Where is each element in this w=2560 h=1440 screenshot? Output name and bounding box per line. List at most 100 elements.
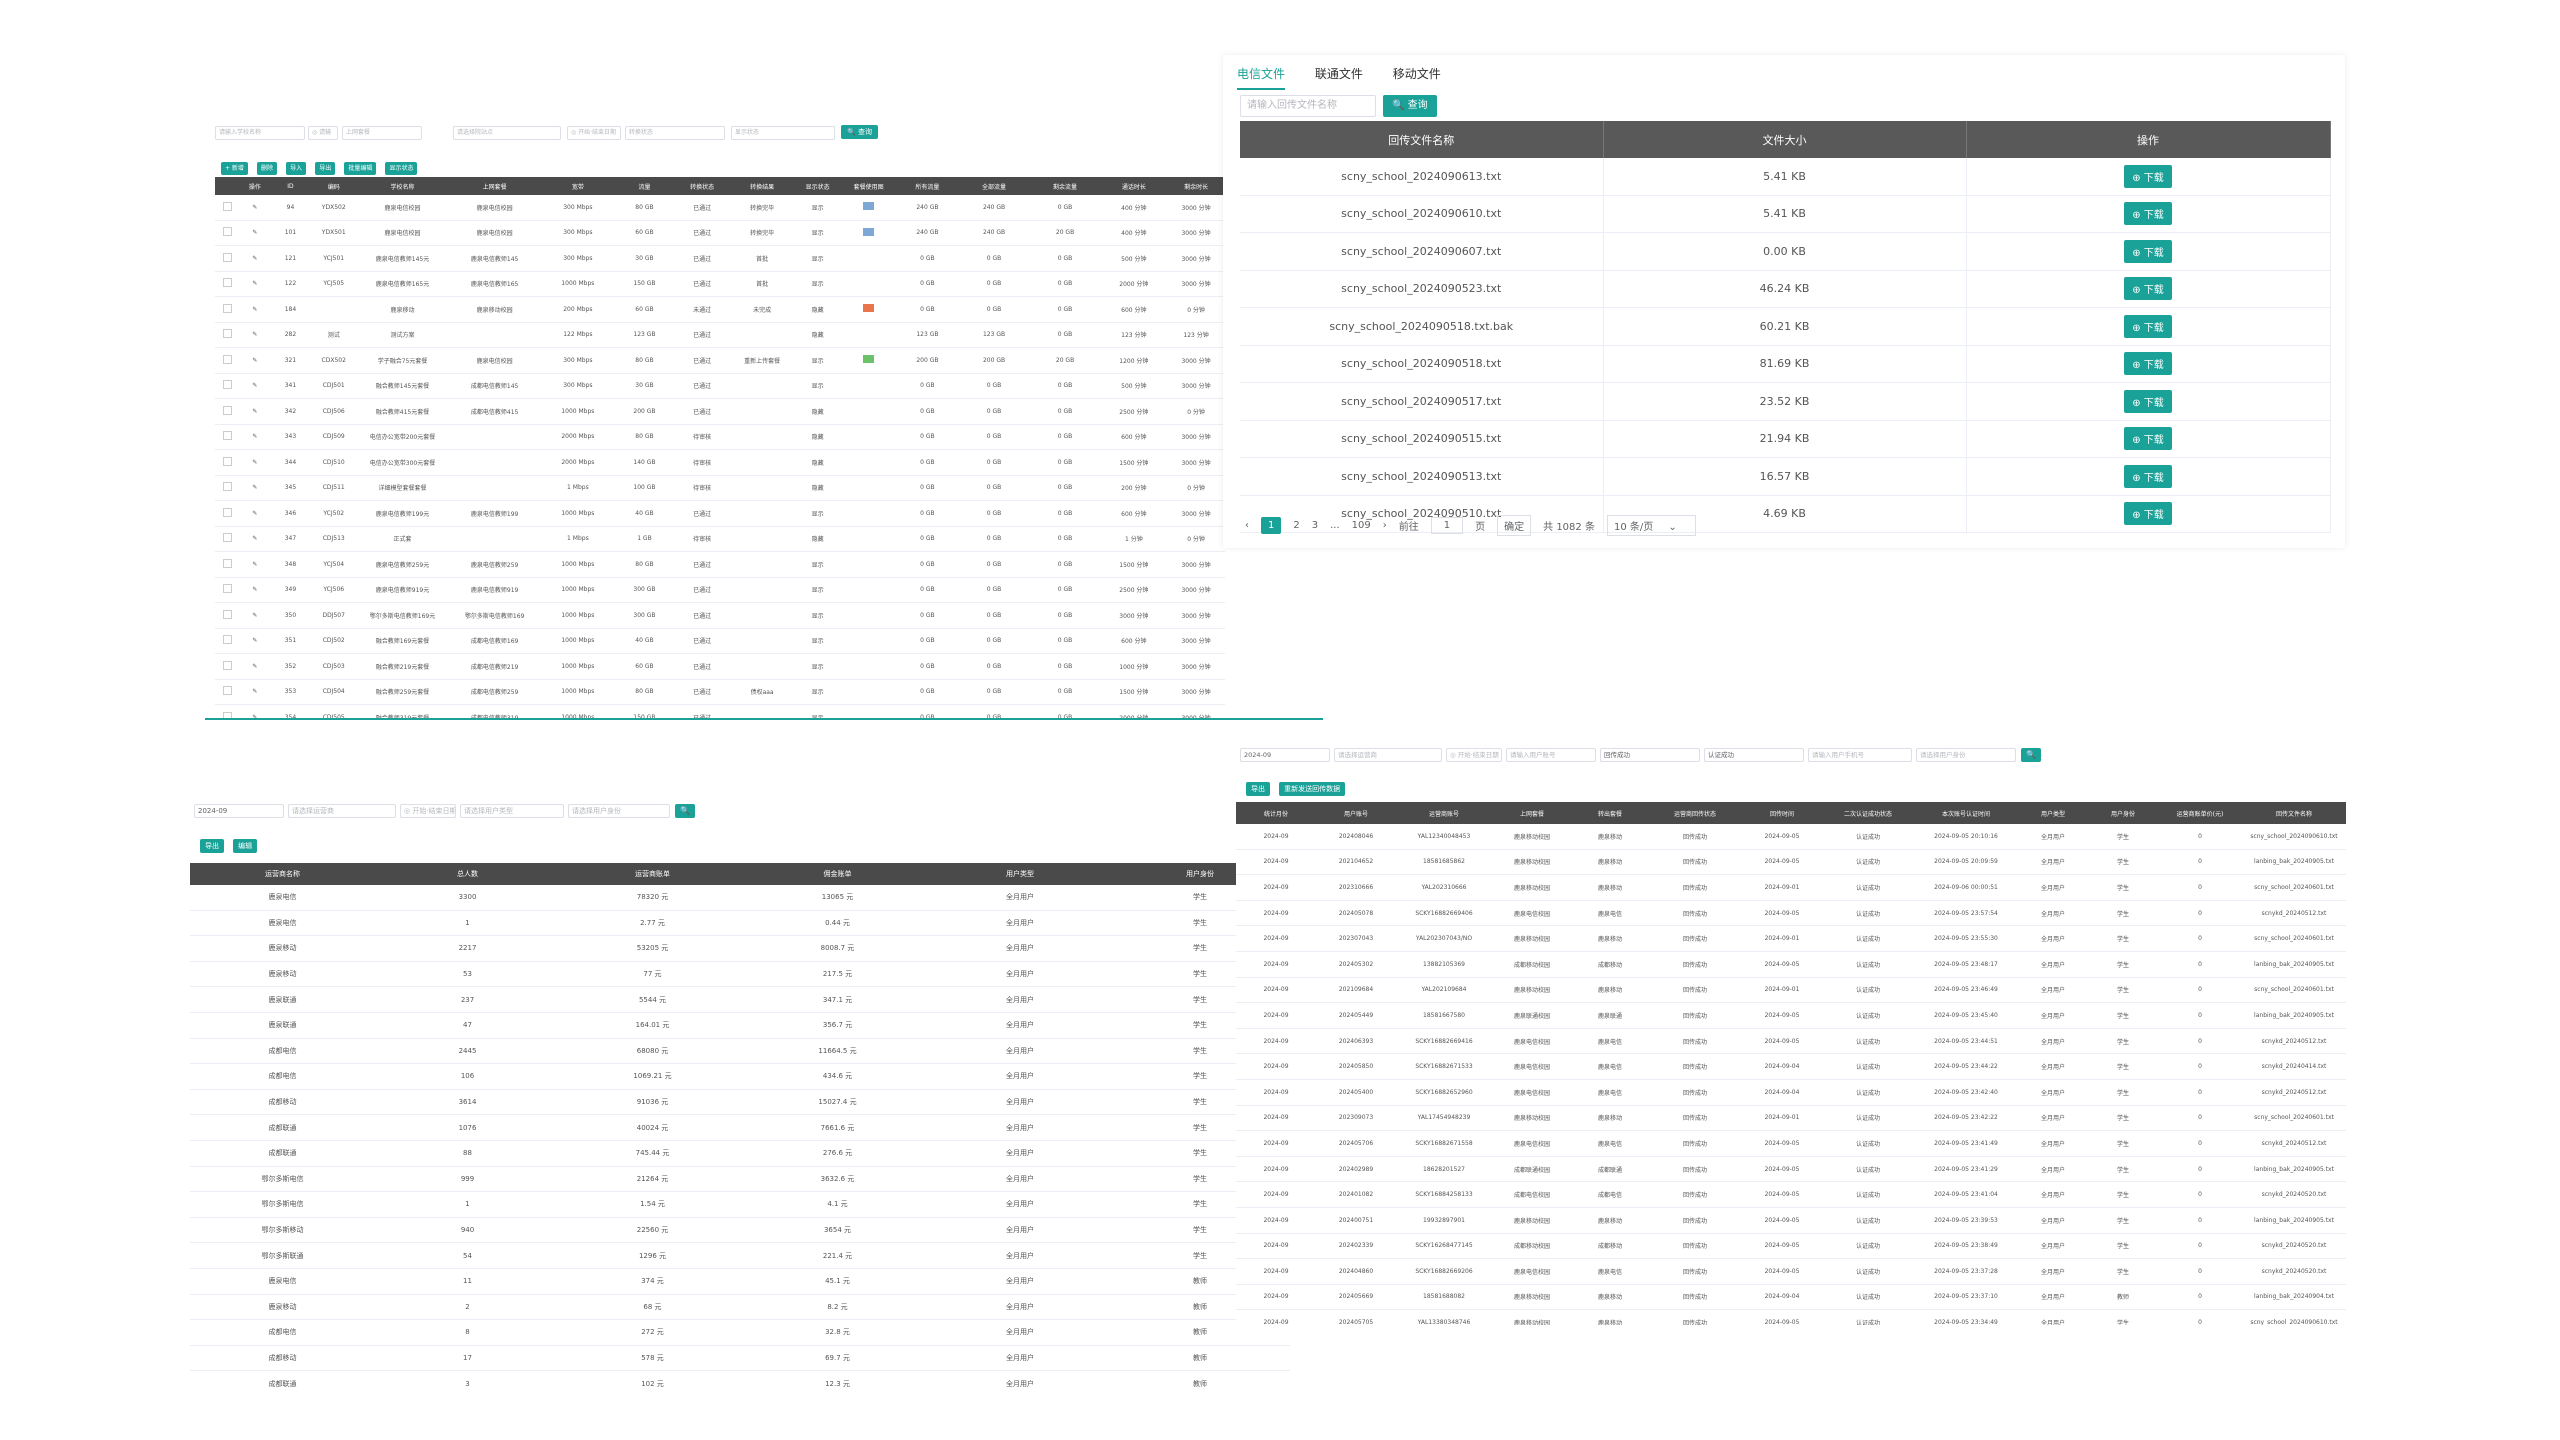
return-status-select[interactable]: 回传成功 [1600,748,1700,762]
search-icon[interactable]: 🔍 [2021,748,2041,762]
scrollbar[interactable] [205,718,1323,720]
col-header[interactable]: 运营商账单价(元) [2158,802,2242,824]
col-header[interactable]: 运营商账单 [560,863,745,885]
page-3[interactable]: 3 [1312,520,1318,531]
plan-image-icon[interactable] [863,355,875,364]
col-header[interactable]: 操作 [239,177,271,195]
col-header[interactable] [215,177,240,195]
col-header[interactable]: 剩余时长 [1167,177,1225,195]
row-checkbox[interactable] [222,609,232,619]
add-button[interactable]: + 新增 [221,162,248,175]
col-header[interactable]: 显示状态 [794,177,841,195]
edit-icon[interactable]: ✎ [252,586,257,593]
col-header[interactable]: ID [270,177,311,195]
col-header[interactable]: 运营商名称 [190,863,375,885]
row-checkbox[interactable] [222,354,232,364]
plan-image-icon[interactable] [863,202,875,211]
row-checkbox[interactable] [222,456,232,466]
row-checkbox[interactable] [222,303,232,313]
row-checkbox[interactable] [222,380,232,390]
date-range-picker[interactable]: ◎ 开始·结束日期 [567,126,621,140]
edit-icon[interactable]: ✎ [252,255,257,262]
col-header[interactable]: 流量 [614,177,675,195]
school-name-input[interactable]: 请输入学校名称 [215,126,305,140]
row-checkbox[interactable] [222,660,232,670]
col-header[interactable]: 本次账号认证时间 [1914,802,2018,824]
edit-icon[interactable]: ✎ [252,612,257,619]
plan-select[interactable]: 上网套餐 [342,126,422,140]
edit-icon[interactable]: ✎ [252,663,257,670]
col-header[interactable]: 转出套餐 [1572,802,1648,824]
row-checkbox[interactable] [222,405,232,415]
edit-icon[interactable]: ✎ [252,280,257,287]
download-button[interactable]: ⊕ 下载 [2124,427,2172,451]
download-button[interactable]: ⊕ 下载 [2124,164,2172,188]
download-button[interactable]: ⊕ 下载 [2124,502,2172,526]
col-header[interactable]: 转换结果 [729,177,795,195]
col-header[interactable]: 上网套餐 [448,177,542,195]
row-checkbox[interactable] [222,329,232,339]
row-checkbox[interactable] [222,201,232,211]
page-1[interactable]: 1 [1261,517,1282,534]
month-picker[interactable]: 2024-09 [1240,748,1330,762]
display-status-button[interactable]: 显示状态 [385,162,418,175]
col-header[interactable]: 佣金账单 [745,863,930,885]
batch-edit-button[interactable]: 批量编辑 [344,162,377,175]
edit-icon[interactable]: ✎ [252,408,257,415]
row-checkbox[interactable] [222,686,232,696]
row-checkbox[interactable] [222,533,232,543]
month-picker[interactable]: 2024-09 [194,804,284,818]
download-button[interactable]: ⊕ 下载 [2124,202,2172,226]
edit-icon[interactable]: ✎ [252,204,257,211]
col-header[interactable]: 通话时长 [1100,177,1168,195]
col-header[interactable]: 套餐使用图 [840,177,897,195]
page-2[interactable]: 2 [1293,520,1299,531]
date-range-picker[interactable]: ◎ 开始·结束日期 [400,804,456,818]
download-button[interactable]: ⊕ 下载 [2124,239,2172,263]
user-phone-input[interactable]: 请输入用户手机号 [1808,748,1912,762]
row-checkbox[interactable] [222,252,232,262]
plan-image-icon[interactable] [863,304,875,313]
user-identity-select[interactable]: 请选择用户身份 [568,804,670,818]
row-checkbox[interactable] [222,227,232,237]
edit-icon[interactable]: ✎ [252,306,257,313]
download-button[interactable]: ⊕ 下载 [2124,314,2172,338]
col-header[interactable]: 运营商回传状态 [1648,802,1742,824]
display-status-select[interactable]: 显示状态 [731,126,835,140]
page-109[interactable]: 109 [1352,520,1371,531]
download-button[interactable]: ⊕ 下载 [2124,352,2172,376]
carrier-select[interactable]: 请选择运营商 [1334,748,1442,762]
edit-icon[interactable]: ✎ [252,433,257,440]
site-select[interactable]: 请选择院站点 [453,126,561,140]
auth-status-select[interactable]: 认证成功 [1704,748,1804,762]
col-header[interactable]: 编码 [310,177,358,195]
file-search-input[interactable]: 请输入回传文件名称 [1240,95,1376,117]
search-icon[interactable]: 🔍 [675,804,695,818]
col-header[interactable]: 回传时间 [1742,802,1822,824]
plan-image-icon[interactable] [863,227,875,236]
download-button[interactable]: ⊕ 下载 [2124,464,2172,488]
edit-icon[interactable]: ✎ [252,561,257,568]
goto-confirm-button[interactable]: 确定 [1497,515,1532,536]
convert-status-select[interactable]: 转换状态 [625,126,725,140]
resend-return-button[interactable]: 重新发送回传数据 [1279,782,1346,796]
user-account-input[interactable]: 请输入用户账号 [1506,748,1596,762]
delete-button[interactable]: 删除 [257,162,278,175]
file-search-button[interactable]: 🔍 查询 [1383,95,1437,117]
export-button[interactable]: 导出 [200,839,224,853]
col-header[interactable]: 回传文件名称 [2242,802,2346,824]
col-header[interactable]: 全部流量 [958,177,1030,195]
row-checkbox[interactable] [222,482,232,492]
col-header[interactable]: 运营商账号 [1396,802,1492,824]
tab-mobile[interactable]: 移动文件 [1393,65,1441,88]
col-header[interactable]: 上网套餐 [1492,802,1572,824]
tab-unicom[interactable]: 联通文件 [1315,65,1363,88]
col-header[interactable]: 二次认证成功状态 [1822,802,1914,824]
tab-telecom[interactable]: 电信文件 [1237,65,1286,90]
page-ellipsis[interactable]: ... [1330,520,1340,531]
prev-page-icon[interactable]: ‹ [1245,520,1249,531]
edit-icon[interactable]: ✎ [252,382,257,389]
export-button[interactable]: 导出 [1246,782,1270,796]
edit-icon[interactable]: ✎ [252,331,257,338]
import-button[interactable]: 导入 [286,162,307,175]
